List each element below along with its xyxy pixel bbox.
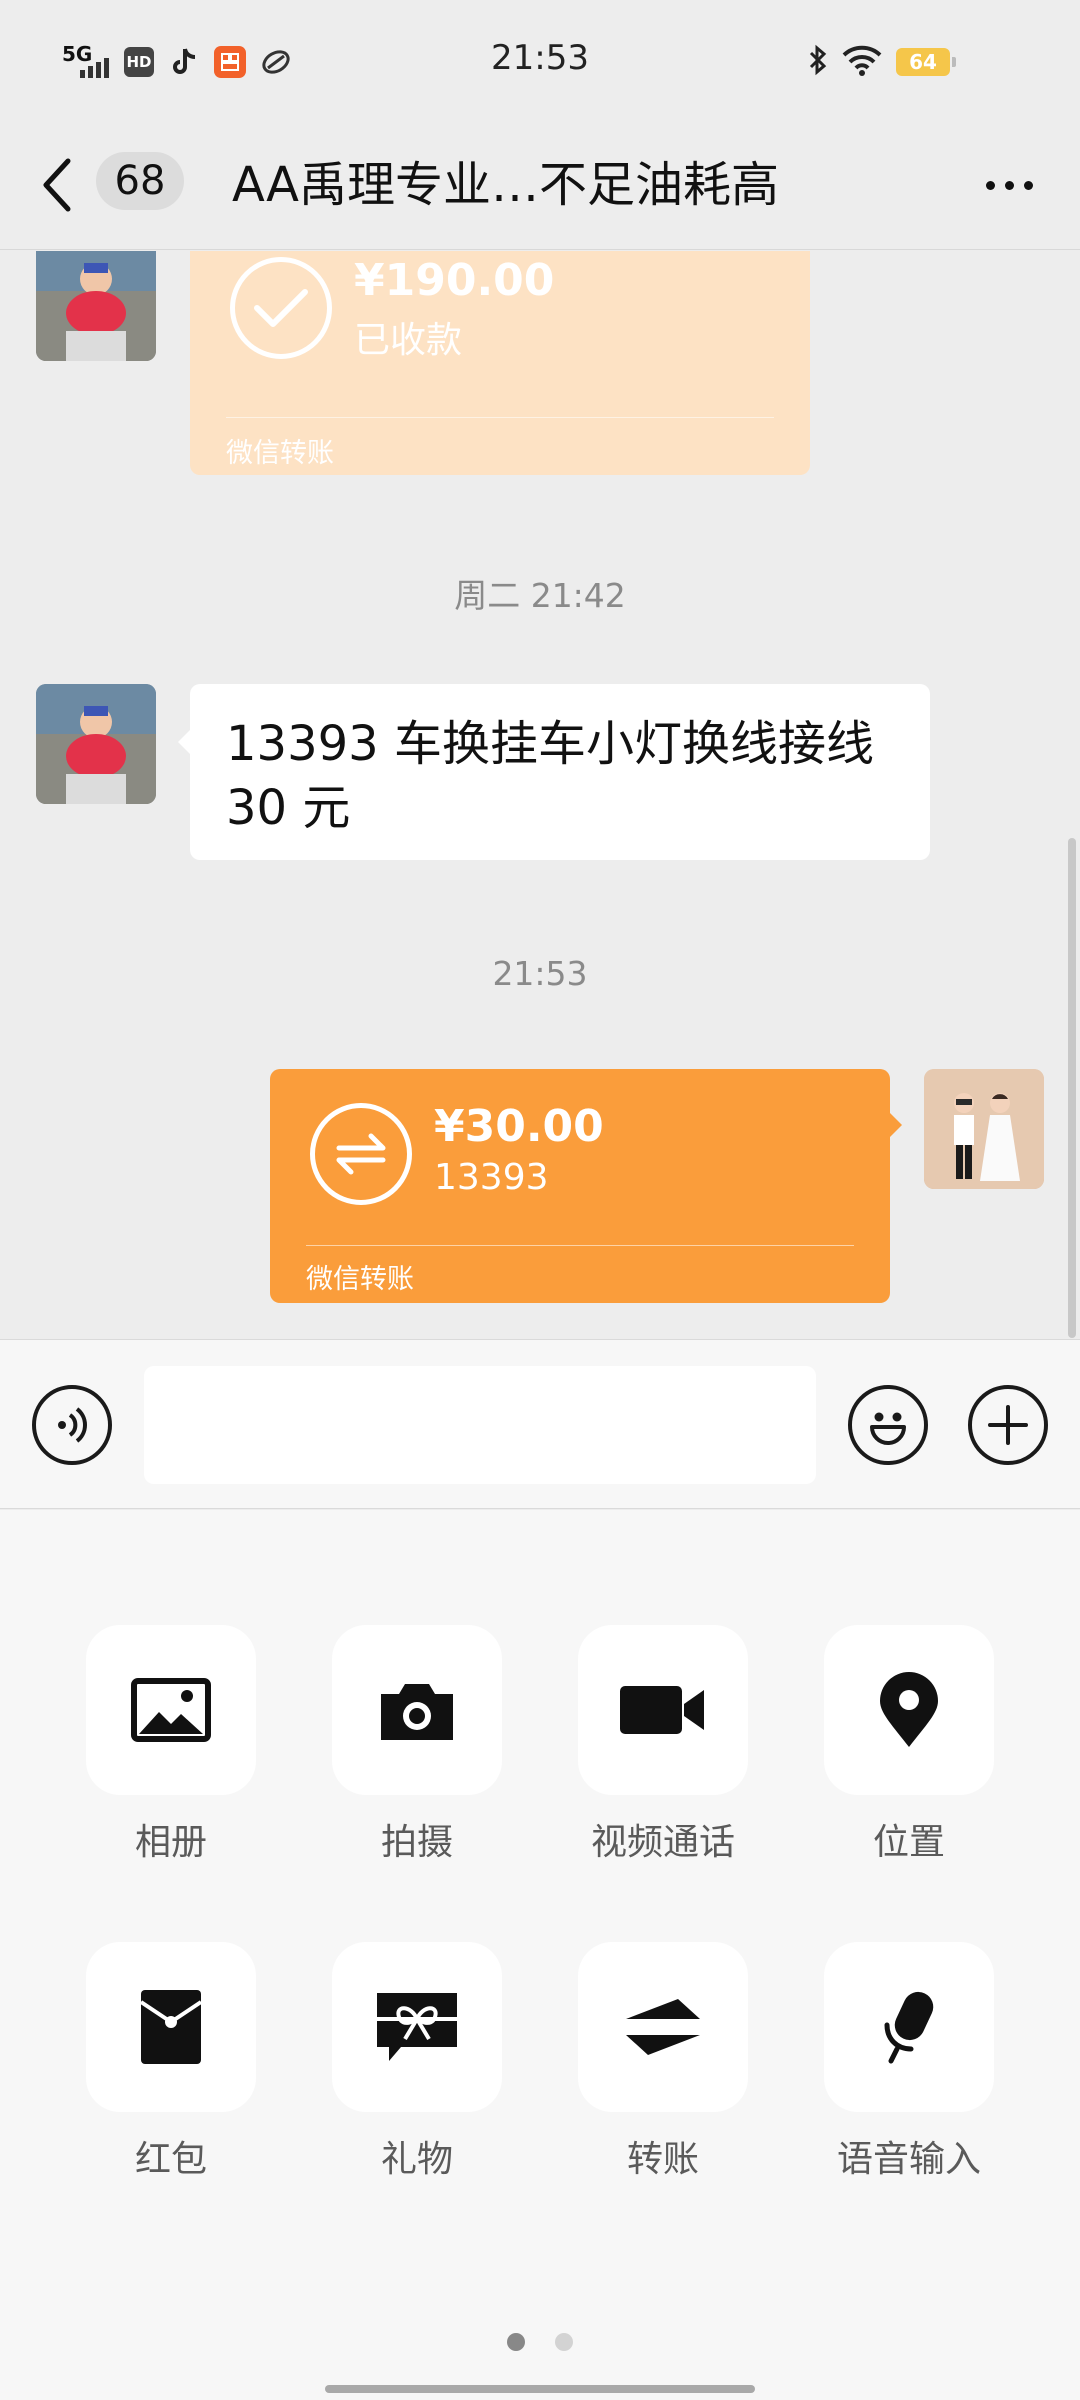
plus-icon	[988, 1405, 1028, 1445]
input-bar	[0, 1339, 1080, 1509]
page-dot-active[interactable]	[507, 2333, 525, 2351]
tool-transfer[interactable]: 转账	[578, 1942, 748, 2182]
gift-icon	[332, 1942, 502, 2112]
chevron-left-icon	[43, 158, 71, 212]
emoji-icon	[870, 1412, 906, 1445]
tool-label: 语音输入	[836, 2139, 981, 2180]
time-separator: 21:53	[492, 954, 588, 993]
more-options-button[interactable]	[974, 160, 1044, 210]
received-footer: 微信转账	[226, 438, 334, 469]
divider	[306, 1245, 854, 1246]
status-right: 64	[808, 40, 956, 84]
status-bar: 5G HD 21:53 64	[0, 0, 1080, 120]
tool-camera[interactable]: 拍摄	[332, 1625, 502, 1865]
my-avatar[interactable]	[924, 1069, 1044, 1189]
scrollbar[interactable]	[1068, 838, 1076, 1338]
unread-count-badge[interactable]: 68	[96, 152, 184, 210]
emoji-button[interactable]	[848, 1385, 928, 1465]
divider	[226, 417, 774, 418]
battery-icon: 64	[896, 48, 956, 76]
message-line: 13393 车换挂车小灯换线接线	[226, 716, 874, 772]
tool-album[interactable]: 相册	[86, 1625, 256, 1865]
voice-input-icon	[824, 1942, 994, 2112]
bluetooth-icon	[808, 44, 828, 80]
chat-title: AA禹理专业…不足油耗高	[232, 157, 780, 213]
camera-icon	[332, 1625, 502, 1795]
red-packet-icon	[86, 1942, 256, 2112]
voice-icon	[58, 1407, 87, 1443]
message-input[interactable]	[144, 1366, 816, 1484]
album-icon	[86, 1625, 256, 1795]
more-functions-button[interactable]	[968, 1385, 1048, 1465]
page-indicator[interactable]	[0, 2333, 1080, 2351]
time-separator: 周二 21:42	[454, 576, 626, 615]
home-indicator[interactable]	[325, 2385, 755, 2393]
tool-label: 红包	[134, 2139, 207, 2180]
message-line: 30 元	[226, 780, 351, 836]
transfer-icon	[578, 1942, 748, 2112]
voice-toggle-button[interactable]	[32, 1385, 112, 1465]
sent-note: 13393	[434, 1157, 549, 1198]
tool-voice-input[interactable]: 语音输入	[824, 1942, 994, 2182]
page-dot[interactable]	[555, 2333, 573, 2351]
tool-video-call[interactable]: 视频通话	[578, 1625, 748, 1865]
tool-label: 视频通话	[590, 1822, 735, 1863]
function-panel: 相册 拍摄 视频通话 位置 红包 礼物 转账 语音输入	[0, 1510, 1080, 2400]
contact-avatar[interactable]	[36, 251, 156, 361]
received-transfer-card[interactable]: ¥190.00 已收款 微信转账	[190, 251, 810, 475]
tool-label: 位置	[872, 1822, 945, 1863]
check-icon	[230, 257, 332, 359]
text-message-bubble[interactable]: 13393 车换挂车小灯换线接线 30 元	[178, 684, 930, 860]
tool-gift[interactable]: 礼物	[332, 1942, 502, 2182]
tool-label: 相册	[134, 1822, 207, 1863]
video-call-icon	[578, 1625, 748, 1795]
contact-avatar[interactable]	[36, 684, 156, 804]
back-button[interactable]	[40, 150, 90, 220]
message-list[interactable]: ¥190.00 已收款 微信转账 周二 21:42 13393 车换挂车小灯换线…	[0, 251, 1080, 1339]
tool-label: 礼物	[380, 2139, 453, 2180]
transfer-arrows-icon	[310, 1103, 412, 1205]
tool-label: 转账	[626, 2139, 699, 2180]
wifi-icon	[842, 44, 882, 80]
tool-location[interactable]: 位置	[824, 1625, 994, 1865]
tool-label: 拍摄	[380, 1822, 453, 1863]
sent-footer: 微信转账	[306, 1264, 414, 1295]
received-status: 已收款	[354, 320, 463, 361]
sent-transfer-card[interactable]: ¥30.00 13393 微信转账	[270, 1069, 902, 1303]
chat-header: 68 AA禹理专业…不足油耗高	[0, 120, 1080, 250]
sent-amount: ¥30.00	[434, 1101, 604, 1152]
location-icon	[824, 1625, 994, 1795]
tool-red-packet[interactable]: 红包	[86, 1942, 256, 2182]
received-amount: ¥190.00	[354, 255, 555, 306]
